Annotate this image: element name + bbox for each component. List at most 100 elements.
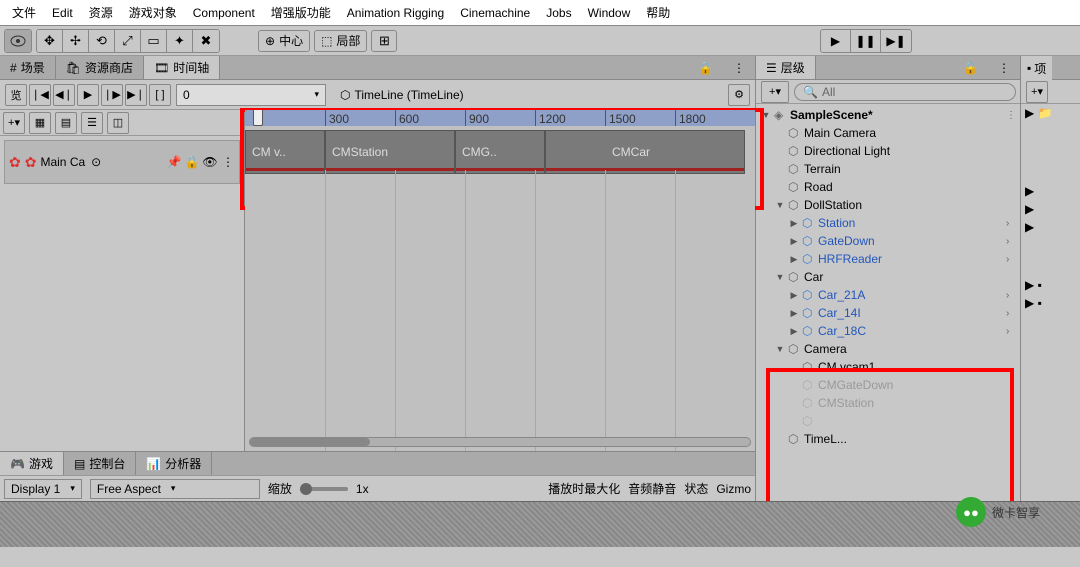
frame-field[interactable]: 0▾ (176, 84, 326, 106)
move-tool[interactable]: ✢ (63, 30, 89, 52)
track-menu-icon[interactable]: ⋮ (221, 155, 235, 169)
playhead[interactable] (253, 110, 263, 126)
timeline-asset-name[interactable]: ⬡ TimeLine (TimeLine) (330, 88, 727, 102)
create-button[interactable]: +▾ (761, 81, 789, 103)
rotate-tool[interactable]: ⟲ (89, 30, 115, 52)
expand-toggle[interactable]: ▶ (788, 326, 800, 337)
hierarchy-node[interactable]: ⬡CMStation (756, 394, 1020, 412)
hand-tool[interactable]: ✥ (37, 30, 63, 52)
hierarchy-node[interactable]: ▶⬡Car_21A› (756, 286, 1020, 304)
tab-profiler[interactable]: 📊分析器 (136, 452, 212, 475)
cinemachine-track[interactable]: ✿ ✿ Main Ca ⊙ 📌 🔒 👁 ⋮ (4, 140, 240, 184)
expand-toggle[interactable]: ▶ (788, 236, 800, 247)
tab-console[interactable]: ▤控制台 (64, 452, 136, 475)
pin-icon[interactable]: 📌 (167, 155, 181, 169)
play-button[interactable]: ▶ (821, 30, 851, 52)
view-tool-btn[interactable] (5, 30, 31, 52)
tab-project[interactable]: ▪项 (1021, 56, 1052, 80)
add-track-button[interactable]: +▾ (3, 112, 25, 134)
clip-cmstation[interactable]: CMStation (325, 130, 455, 174)
hierarchy-node[interactable]: ⬡Directional Light (756, 142, 1020, 160)
hierarchy-node[interactable]: ▶⬡Car_14I› (756, 304, 1020, 322)
hierarchy-node[interactable]: ⬡Main Camera (756, 124, 1020, 142)
hierarchy-menu[interactable]: ⋮ (988, 56, 1020, 79)
menu-assets[interactable]: 资源 (81, 4, 121, 21)
menu-jobs[interactable]: Jobs (538, 6, 579, 20)
tl-prev[interactable]: ◀❘ (53, 84, 75, 106)
game-view[interactable] (0, 501, 1080, 547)
menu-animation-rigging[interactable]: Animation Rigging (339, 6, 452, 20)
tl-range[interactable]: [ ] (149, 84, 171, 106)
tab-hierarchy[interactable]: ☰层级 (756, 56, 816, 79)
tl-last[interactable]: ▶❘ (125, 84, 147, 106)
tab-assetstore[interactable]: 🛍资源商店 (56, 56, 144, 79)
lock-icon[interactable]: 🔒 (185, 155, 199, 169)
hierarchy-search[interactable]: 🔍All (794, 83, 1016, 101)
clip-cmcar[interactable]: CMCar (545, 130, 745, 174)
hierarchy-node[interactable]: ▶⬡Car_18C› (756, 322, 1020, 340)
rect-tool[interactable]: ▭ (141, 30, 167, 52)
custom-tool[interactable]: ✖ (193, 30, 219, 52)
pause-button[interactable]: ❚❚ (851, 30, 881, 52)
edit-mode-2[interactable]: ▤ (55, 112, 77, 134)
expand-toggle[interactable]: ▼ (774, 272, 786, 282)
space-toggle[interactable]: ⬚局部 (314, 30, 367, 52)
project-row[interactable]: ▶ ▪ (1021, 294, 1080, 312)
expand-toggle[interactable]: ▶ (788, 218, 800, 229)
scale-tool[interactable]: ⤢ (115, 30, 141, 52)
expand-toggle[interactable]: ▼ (774, 200, 786, 210)
hierarchy-node[interactable]: ▶⬡Station› (756, 214, 1020, 232)
tl-play[interactable]: ▶ (77, 84, 99, 106)
hierarchy-node[interactable]: ▼⬡Car (756, 268, 1020, 286)
hierarchy-node[interactable]: ▼◈SampleScene*⋮ (756, 106, 1020, 124)
expand-toggle[interactable]: ▼ (774, 344, 786, 354)
edit-mode-1[interactable]: ▦ (29, 112, 51, 134)
hierarchy-tree[interactable]: ▼◈SampleScene*⋮⬡Main Camera⬡Directional … (756, 104, 1020, 501)
hierarchy-node[interactable]: ▶⬡HRFReader› (756, 250, 1020, 268)
menu-component[interactable]: Component (185, 6, 263, 20)
menu-gameobject[interactable]: 游戏对象 (121, 4, 185, 21)
aspect-dropdown[interactable]: Free Aspect (90, 479, 260, 499)
edit-mode-4[interactable]: ◫ (107, 112, 129, 134)
project-row[interactable]: ▶ (1021, 200, 1080, 218)
gizmos[interactable]: Gizmo (716, 482, 751, 496)
pivot-toggle[interactable]: ⊕中心 (258, 30, 310, 52)
hierarchy-node[interactable]: ⬡ (756, 412, 1020, 430)
menu-help[interactable]: 帮助 (638, 4, 678, 21)
menu-edit[interactable]: Edit (44, 6, 81, 20)
project-row[interactable]: ▶ 📁 (1021, 104, 1080, 122)
display-dropdown[interactable]: Display 1 (4, 479, 82, 499)
tl-next[interactable]: ❘▶ (101, 84, 123, 106)
tab-scene[interactable]: #场景 (0, 56, 56, 79)
lock-icon[interactable]: 🔒 (688, 56, 723, 79)
eye-icon[interactable]: 👁 (203, 155, 217, 169)
hierarchy-node[interactable]: ⬡CM vcam1 (756, 358, 1020, 376)
tl-first[interactable]: ❘◀ (29, 84, 51, 106)
timeline-settings[interactable]: ⚙ (728, 84, 750, 106)
expand-toggle[interactable]: ▶ (788, 308, 800, 319)
timeline-tracks-area[interactable]: 300 600 900 1200 1500 1800 CM v.. CMStat… (245, 110, 755, 451)
hierarchy-node[interactable]: ▼⬡DollStation (756, 196, 1020, 214)
hierarchy-lock-icon[interactable]: 🔓 (953, 56, 988, 79)
menu-cinemachine[interactable]: Cinemachine (452, 6, 538, 20)
tab-menu[interactable]: ⋮ (723, 56, 755, 79)
tab-timeline[interactable]: 🎞时间轴 (144, 56, 220, 79)
menu-window[interactable]: Window (580, 6, 639, 20)
stats[interactable]: 状态 (684, 480, 708, 497)
hierarchy-node[interactable]: ⬡TimeL... (756, 430, 1020, 448)
expand-toggle[interactable]: ▶ (788, 254, 800, 265)
project-create[interactable]: +▾ (1026, 81, 1048, 103)
preview-button[interactable]: 览 (5, 84, 27, 106)
hierarchy-node[interactable]: ⬡Road (756, 178, 1020, 196)
project-row[interactable]: ▶ ▪ (1021, 276, 1080, 294)
project-row[interactable]: ▶ (1021, 218, 1080, 236)
maximize-on-play[interactable]: 播放时最大化 (548, 480, 620, 497)
hierarchy-node[interactable]: ⬡Terrain (756, 160, 1020, 178)
menu-file[interactable]: 文件 (4, 4, 44, 21)
mute-audio[interactable]: 音频静音 (628, 480, 676, 497)
snap-toggle[interactable]: ⊞ (371, 30, 397, 52)
hierarchy-node[interactable]: ▶⬡GateDown› (756, 232, 1020, 250)
scale-slider[interactable] (300, 487, 348, 491)
tab-game[interactable]: 🎮游戏 (0, 452, 64, 475)
hierarchy-node[interactable]: ▼⬡Camera (756, 340, 1020, 358)
